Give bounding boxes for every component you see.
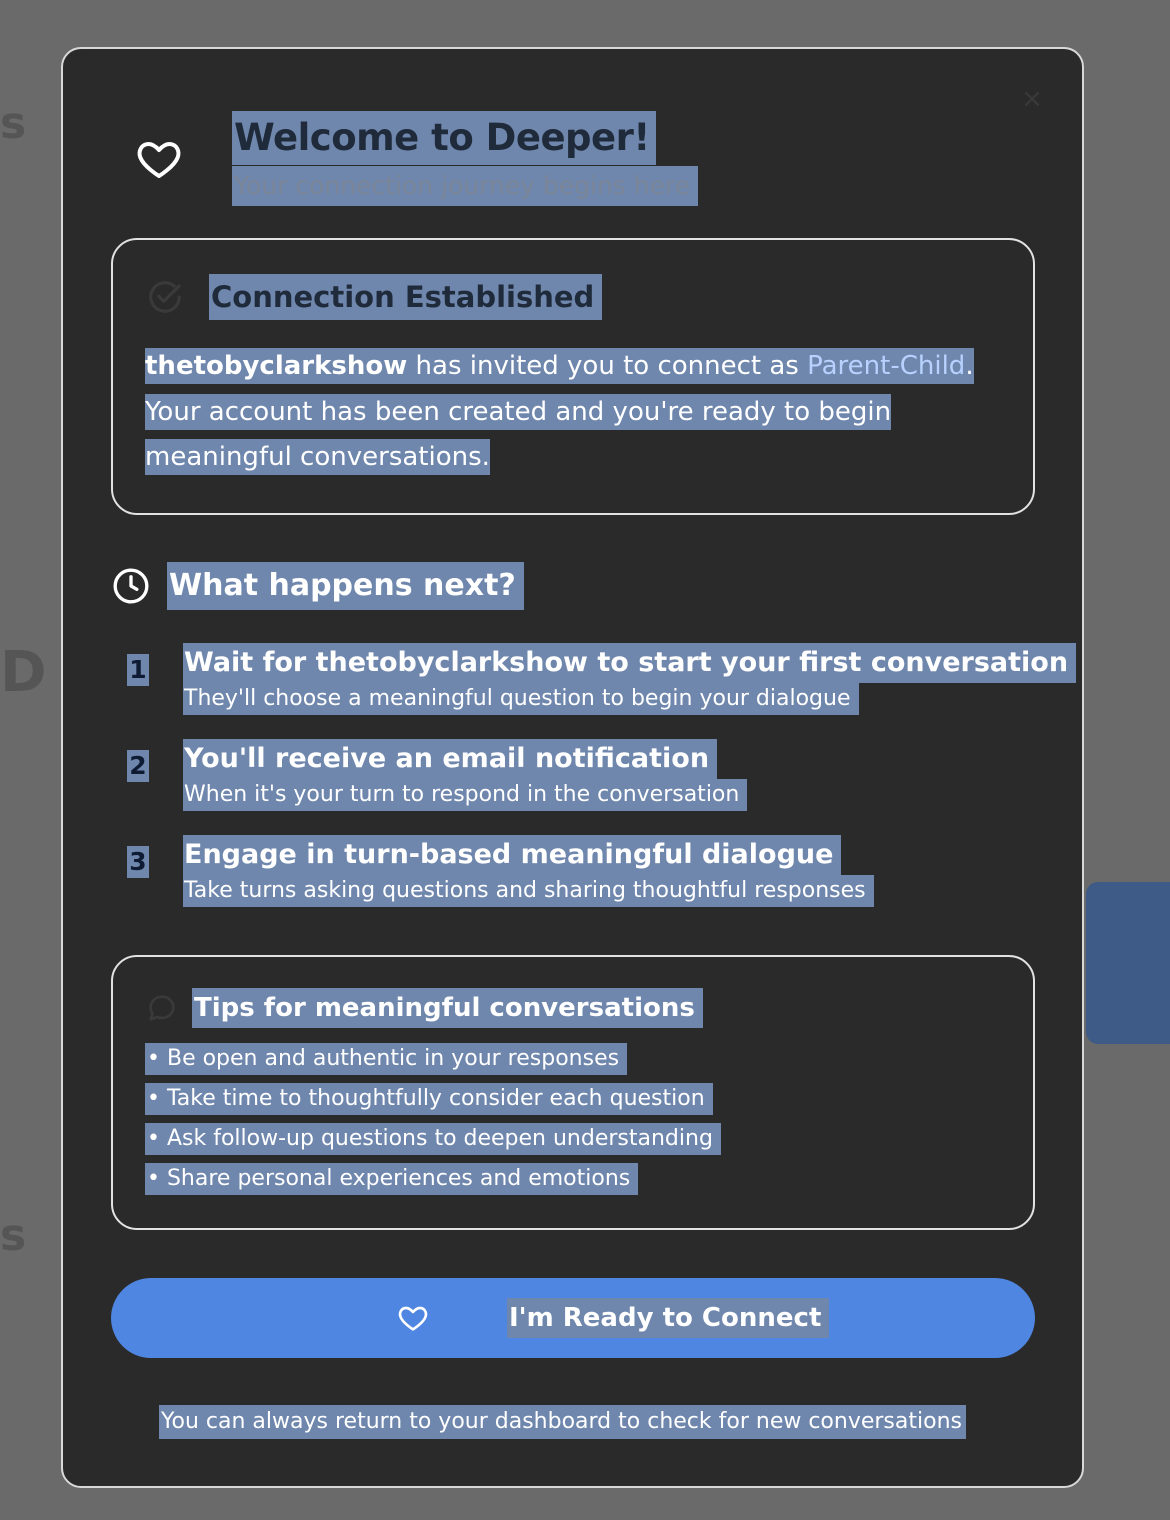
background-fragment: s bbox=[0, 98, 27, 149]
check-circle-icon bbox=[149, 281, 181, 313]
clock-icon bbox=[113, 568, 149, 604]
step-number: 2 bbox=[127, 750, 149, 782]
heart-icon bbox=[137, 142, 181, 178]
ready-button-label: I'm Ready to Connect bbox=[507, 1298, 830, 1338]
heart-icon bbox=[398, 1306, 428, 1331]
step-number: 1 bbox=[127, 654, 149, 686]
tips-title: Tips for meaningful conversations bbox=[192, 988, 703, 1028]
footer-note: You can always return to your dashboard … bbox=[159, 1405, 966, 1439]
step-description: They'll choose a meaningful question to … bbox=[183, 683, 859, 715]
invite-period: . bbox=[965, 351, 974, 381]
tip-item: • Take time to thoughtfully consider eac… bbox=[145, 1083, 713, 1115]
connection-title: Connection Established bbox=[209, 274, 603, 320]
modal-title: Welcome to Deeper! bbox=[232, 111, 656, 165]
tip-item: • Ask follow-up questions to deepen unde… bbox=[145, 1123, 721, 1155]
step-title: You'll receive an email notification bbox=[183, 739, 718, 779]
welcome-modal: × Welcome to Deeper! Your connection jou… bbox=[61, 47, 1084, 1488]
next-steps-title: What happens next? bbox=[167, 562, 524, 610]
tip-item: • Be open and authentic in your response… bbox=[145, 1043, 628, 1075]
invite-text: has invited you to connect as bbox=[407, 351, 808, 381]
relationship-link[interactable]: Parent-Child bbox=[807, 351, 965, 381]
step-description: Take turns asking questions and sharing … bbox=[183, 875, 874, 907]
step-number: 3 bbox=[127, 846, 149, 878]
ready-to-connect-button[interactable]: I'm Ready to Connect bbox=[111, 1278, 1035, 1358]
step-title: Wait for thetobyclarkshow to start your … bbox=[183, 643, 1077, 683]
tip-item: • Share personal experiences and emotion… bbox=[145, 1163, 639, 1195]
background-panel bbox=[1086, 882, 1170, 1044]
connection-message: thetobyclarkshow has invited you to conn… bbox=[145, 344, 1005, 481]
invite-line-3: meaningful conversations. bbox=[145, 439, 490, 476]
background-fragment: D bbox=[0, 640, 47, 705]
connection-card: Connection Established thetobyclarkshow … bbox=[111, 238, 1035, 515]
inviter-name: thetobyclarkshow bbox=[145, 351, 408, 381]
step-description: When it's your turn to respond in the co… bbox=[183, 779, 748, 811]
close-icon[interactable]: × bbox=[1020, 86, 1044, 112]
background-fragment: s bbox=[0, 1210, 27, 1261]
chat-bubble-icon bbox=[149, 995, 175, 1021]
modal-subtitle: Your connection journey begins here bbox=[232, 166, 699, 206]
step-title: Engage in turn-based meaningful dialogue bbox=[183, 835, 842, 875]
invite-line-2: Your account has been created and you're… bbox=[145, 393, 892, 430]
tips-card: Tips for meaningful conversations • Be o… bbox=[111, 955, 1035, 1230]
